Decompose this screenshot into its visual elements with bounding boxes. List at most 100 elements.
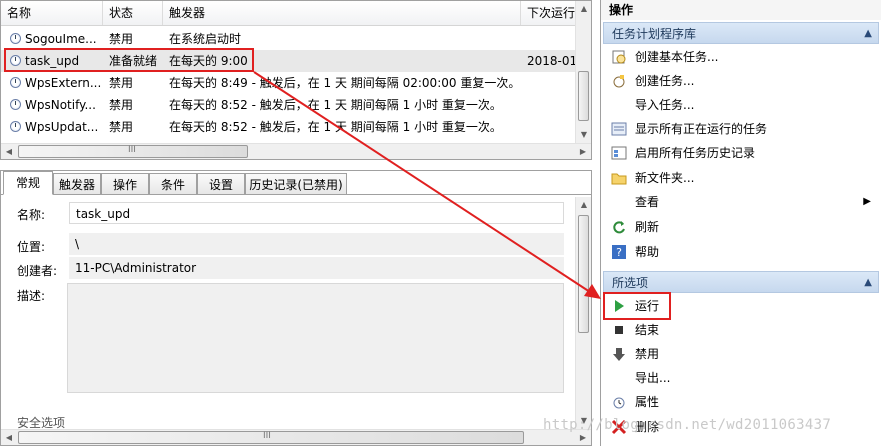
action-label: 查看 [635,195,660,209]
help-icon: ? [612,245,626,259]
task-details-panel: 常规 触发器 操作 条件 设置 历史记录(已禁用) 名称: task_upd 位… [0,170,592,446]
task-clock-icon [10,99,21,110]
tab-settings[interactable]: 设置 [197,173,245,195]
action-label: 刷新 [635,220,660,234]
svg-text:?: ? [616,246,622,259]
action-label: 创建任务... [635,74,695,88]
collapse-up-icon[interactable]: ▲ [864,272,872,294]
task-list-horizontal-scrollbar[interactable]: ◀ III ▶ [1,143,591,159]
scroll-thumb[interactable] [578,71,589,121]
task-list-vertical-scrollbar[interactable]: ▲ ▼ [575,1,591,143]
scroll-grip: III [128,145,136,155]
folder-icon [611,173,627,185]
selected-item-section-header[interactable]: 所选项 ▲ [603,271,879,293]
author-label: 创建者: [17,264,58,278]
action-new-folder[interactable]: 新文件夹... [611,167,877,189]
scroll-thumb[interactable] [18,431,524,444]
action-disable[interactable]: 禁用 [611,343,877,365]
table-row[interactable]: SogouIme... 禁用 在系统启动时 [1,28,577,50]
create-basic-task-icon [612,50,626,64]
tab-history[interactable]: 历史记录(已禁用) [245,173,347,195]
action-create-basic-task[interactable]: 创建基本任务... [611,46,877,68]
tab-divider [1,194,591,195]
action-refresh[interactable]: 刷新 [611,216,877,238]
task-clock-icon [10,33,21,44]
action-label: 结束 [635,323,660,337]
description-label: 描述: [17,289,46,303]
scroll-thumb[interactable] [578,215,589,333]
column-header-name[interactable]: 名称 [1,1,103,25]
table-row[interactable]: WpsExtern... 禁用 在每天的 8:49 - 触发后，在 1 天 期间… [1,72,577,94]
action-end[interactable]: 结束 [611,319,877,341]
task-trigger: 在每天的 8:52 - 触发后，在 1 天 期间每隔 1 小时 重复一次。 [169,98,502,112]
task-trigger: 在每天的 8:49 - 触发后，在 1 天 期间每隔 02:00:00 重复一次… [169,76,519,90]
history-icon [611,146,627,160]
action-show-running-tasks[interactable]: 显示所有正在运行的任务 [611,118,877,140]
action-view[interactable]: 查看 ▶ [611,191,877,213]
task-name: WpsUpdat... [25,120,99,134]
tab-triggers[interactable]: 触发器 [53,173,101,195]
collapse-up-icon[interactable]: ▲ [864,23,872,45]
properties-icon [613,397,625,409]
task-row-highlight-box [4,48,254,72]
create-task-icon [613,75,625,88]
actions-pane: 操作 任务计划程序库 ▲ 创建基本任务... 创建任务... 导入任务... 显… [600,0,881,446]
name-label: 名称: [17,208,46,222]
tab-general[interactable]: 常规 [3,171,53,195]
watermark-text: http://blog.csdn.net/wd2011063437 [543,417,832,433]
scroll-grip: III [263,431,271,441]
author-field: 11-PC\Administrator [69,257,564,279]
task-list-header: 名称 状态 触发器 下次运行 [1,1,577,26]
action-import-task[interactable]: 导入任务... [611,94,877,116]
details-vertical-scrollbar[interactable]: ▲ ▼ [575,197,591,429]
action-help[interactable]: ? 帮助 [611,241,877,263]
scroll-left-icon[interactable]: ◀ [1,144,17,160]
column-header-next-run[interactable]: 下次运行 [521,1,577,25]
disable-icon [613,348,625,361]
task-status: 禁用 [109,32,134,46]
library-section-header[interactable]: 任务计划程序库 ▲ [603,22,879,44]
task-clock-icon [10,77,21,88]
submenu-arrow-icon: ▶ [863,196,871,207]
task-name: WpsExtern... [25,76,102,90]
actions-pane-title: 操作 [601,0,881,20]
action-label: 导入任务... [635,98,695,112]
task-trigger: 在每天的 8:52 - 触发后，在 1 天 期间每隔 1 小时 重复一次。 [169,120,502,134]
action-enable-history[interactable]: 启用所有任务历史记录 [611,142,877,164]
action-label: 导出... [635,371,671,385]
action-label: 属性 [635,395,660,409]
action-label: 禁用 [635,347,660,361]
table-row[interactable]: WpsNotify... 禁用 在每天的 8:52 - 触发后，在 1 天 期间… [1,94,577,116]
selected-item-section-title: 所选项 [612,276,649,290]
task-name: SogouIme... [25,32,97,46]
action-label: 创建基本任务... [635,50,719,64]
scroll-down-icon[interactable]: ▼ [576,127,592,143]
stop-icon [615,326,623,334]
column-header-status[interactable]: 状态 [103,1,163,25]
scroll-right-icon[interactable]: ▶ [575,144,591,160]
action-export[interactable]: 导出... [611,367,877,389]
table-row[interactable]: WpsUpdat... 禁用 在每天的 8:52 - 触发后，在 1 天 期间每… [1,116,577,138]
action-create-task[interactable]: 创建任务... [611,70,877,92]
name-field[interactable]: task_upd [69,202,564,224]
tab-conditions[interactable]: 条件 [149,173,197,195]
task-status: 禁用 [109,98,134,112]
action-properties[interactable]: 属性 [611,391,877,413]
refresh-icon [613,221,625,234]
run-action-highlight-box [603,292,671,320]
scroll-up-icon[interactable]: ▲ [576,197,592,213]
action-label: 新文件夹... [635,171,695,185]
details-horizontal-scrollbar[interactable]: ◀ III ▶ [1,429,591,445]
tab-actions[interactable]: 操作 [101,173,149,195]
task-status: 禁用 [109,76,134,90]
task-name: WpsNotify... [25,98,96,112]
action-label: 帮助 [635,245,660,259]
description-field[interactable] [67,283,564,393]
location-label: 位置: [17,240,46,254]
location-field: \ [69,233,564,255]
scroll-up-icon[interactable]: ▲ [576,1,592,17]
action-label: 启用所有任务历史记录 [635,146,756,160]
scroll-left-icon[interactable]: ◀ [1,430,17,446]
column-header-trigger[interactable]: 触发器 [163,1,521,25]
running-tasks-icon [611,122,627,136]
